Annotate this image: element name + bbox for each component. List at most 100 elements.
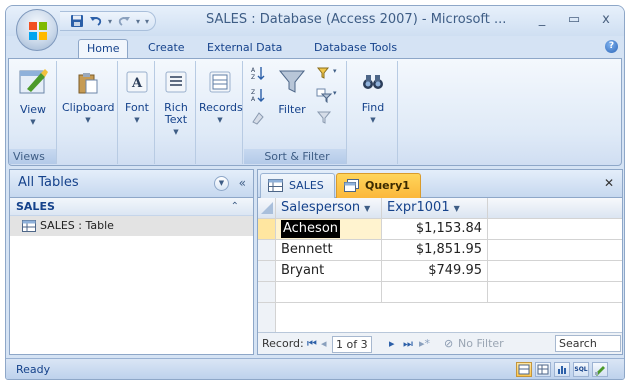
records-dropdown-icon: ▼ bbox=[217, 116, 223, 124]
svg-text:Z: Z bbox=[251, 74, 255, 81]
font-button[interactable]: A Font ▼ bbox=[121, 71, 153, 126]
table-cell[interactable]: Acheson bbox=[276, 219, 382, 240]
filter-status-label[interactable]: No Filter bbox=[458, 336, 504, 351]
search-input[interactable]: Search bbox=[555, 335, 621, 352]
selection-filter-icon[interactable] bbox=[316, 65, 332, 81]
nav-group-header[interactable]: SALES ⌃ bbox=[10, 198, 253, 216]
row-selector[interactable] bbox=[258, 282, 276, 303]
filter-icon bbox=[278, 70, 306, 93]
doc-tab-query1-label: Query1 bbox=[365, 179, 410, 192]
first-record-icon[interactable]: ⏮ bbox=[307, 336, 317, 351]
close-button[interactable]: x bbox=[594, 12, 618, 28]
save-icon[interactable] bbox=[70, 14, 84, 28]
design-view-glyph bbox=[595, 366, 605, 376]
tab-create[interactable]: Create bbox=[140, 39, 193, 58]
nav-pane-dropdown-icon[interactable]: ▼ bbox=[214, 176, 229, 191]
doc-tab-sales-label: SALES bbox=[289, 179, 324, 192]
font-group-label bbox=[119, 149, 154, 164]
doc-tab-sales[interactable]: SALES bbox=[260, 173, 335, 198]
filter-button[interactable]: Filter bbox=[272, 65, 312, 116]
datasheet-view-icon[interactable] bbox=[516, 362, 532, 377]
redo-icon[interactable] bbox=[117, 14, 131, 28]
window-title: SALES : Database (Access 2007) - Microso… bbox=[206, 12, 507, 27]
clear-sort-icon[interactable] bbox=[250, 109, 266, 125]
clipboard-button[interactable]: Clipboard ▼ bbox=[62, 71, 115, 126]
new-record-icon[interactable]: ▸* bbox=[419, 336, 430, 351]
tab-home[interactable]: Home bbox=[78, 39, 129, 58]
minimize-button[interactable]: _ bbox=[530, 12, 554, 28]
rich-text-button[interactable]: Rich Text ▼ bbox=[158, 71, 194, 138]
filter-label: Filter bbox=[278, 103, 306, 116]
pivottable-view-icon[interactable] bbox=[535, 362, 551, 377]
nav-pane-header[interactable]: All Tables ▼ « bbox=[10, 170, 253, 198]
sort-ascending-icon[interactable]: A Z bbox=[250, 65, 266, 81]
sort-descending-icon[interactable]: Z A bbox=[250, 87, 266, 103]
table-cell[interactable]: $1,851.95 bbox=[382, 240, 488, 261]
maximize-button[interactable]: ▭ bbox=[562, 12, 586, 28]
status-bar: Ready SQL bbox=[6, 358, 624, 379]
document-tabs: SALES Query1 ✕ bbox=[258, 170, 622, 198]
font-group: A Font ▼ bbox=[119, 61, 155, 164]
tab-external-data[interactable]: External Data bbox=[199, 39, 290, 58]
sql-view-icon[interactable]: SQL bbox=[573, 362, 589, 377]
next-record-icon[interactable]: ▸ bbox=[389, 336, 395, 351]
datasheet-grid: Salesperson ▼ Expr1001 ▼ Acheson $1,153.84… bbox=[258, 198, 622, 332]
rich-text-dropdown-icon: ▼ bbox=[173, 128, 179, 136]
table-cell-empty bbox=[488, 219, 622, 240]
customize-qat-icon[interactable]: ▾ bbox=[145, 17, 149, 26]
nav-group-label: SALES bbox=[16, 200, 55, 213]
nav-pane-collapse-icon[interactable]: « bbox=[239, 170, 246, 196]
column-header-salesperson[interactable]: Salesperson ▼ bbox=[276, 198, 382, 219]
table-cell[interactable]: $1,153.84 bbox=[382, 219, 488, 240]
table-cell[interactable]: $749.95 bbox=[382, 261, 488, 282]
undo-dropdown-icon[interactable]: ▾ bbox=[108, 17, 112, 26]
help-icon[interactable]: ? bbox=[605, 40, 618, 53]
find-button[interactable]: Find ▼ bbox=[354, 71, 392, 126]
column-dropdown-icon[interactable]: ▼ bbox=[364, 204, 370, 213]
new-record-cell[interactable] bbox=[382, 282, 488, 303]
pivotchart-view-icon[interactable] bbox=[554, 362, 570, 377]
clipboard-dropdown-icon: ▼ bbox=[85, 116, 91, 124]
view-button[interactable]: View ▼ bbox=[13, 65, 53, 128]
column-header-expr1001[interactable]: Expr1001 ▼ bbox=[382, 198, 488, 219]
tab-database-tools[interactable]: Database Tools bbox=[306, 39, 405, 58]
advanced-filter-icon[interactable] bbox=[316, 87, 332, 103]
nav-item-sales-table[interactable]: SALES : Table bbox=[10, 216, 253, 236]
nav-group-collapse-icon[interactable]: ⌃ bbox=[231, 198, 239, 215]
row-selector[interactable] bbox=[258, 219, 276, 240]
table-cell[interactable]: Bryant bbox=[276, 261, 382, 282]
no-filter-icon[interactable]: ⊘ bbox=[444, 336, 453, 351]
svg-text:A: A bbox=[131, 76, 143, 91]
access-window: ▾ ▾ ▾ SALES : Database (Access 2007) - M… bbox=[5, 5, 625, 380]
row-selector[interactable] bbox=[258, 261, 276, 282]
table-icon bbox=[268, 179, 283, 192]
table-cell[interactable]: Bennett bbox=[276, 240, 382, 261]
records-group: Records ▼ bbox=[197, 61, 243, 164]
advanced-dropdown-icon[interactable]: ▾ bbox=[333, 89, 337, 97]
svg-text:A: A bbox=[251, 96, 256, 103]
close-document-icon[interactable]: ✕ bbox=[604, 176, 614, 190]
last-record-icon[interactable]: ⏭ bbox=[403, 336, 413, 351]
records-icon bbox=[209, 71, 231, 93]
query-icon bbox=[344, 179, 359, 192]
document-area: SALES Query1 ✕ Salesperson ▼ Expr1001 ▼ … bbox=[257, 169, 623, 355]
ribbon: View ▼ Views Clipboard ▼ A Font ▼ Rich T… bbox=[8, 58, 622, 166]
toggle-filter-icon[interactable] bbox=[316, 109, 332, 125]
current-record-field[interactable]: 1 of 3 bbox=[332, 336, 372, 353]
doc-tab-query1[interactable]: Query1 bbox=[336, 173, 421, 198]
records-button[interactable]: Records ▼ bbox=[199, 71, 243, 126]
selection-dropdown-icon[interactable]: ▾ bbox=[333, 67, 337, 75]
row-selector[interactable] bbox=[258, 240, 276, 261]
previous-record-icon[interactable]: ◂ bbox=[321, 336, 327, 351]
navigation-pane: All Tables ▼ « SALES ⌃ SALES : Table bbox=[9, 169, 254, 355]
office-button[interactable] bbox=[16, 9, 58, 51]
find-group: Find ▼ bbox=[348, 61, 398, 164]
design-view-icon[interactable] bbox=[592, 362, 608, 377]
redo-dropdown-icon[interactable]: ▾ bbox=[136, 17, 140, 26]
column-dropdown-icon[interactable]: ▼ bbox=[454, 204, 460, 213]
new-record-cell[interactable] bbox=[276, 282, 382, 303]
select-all-cell[interactable] bbox=[258, 198, 276, 219]
undo-icon[interactable] bbox=[89, 14, 103, 28]
table-cell-empty bbox=[488, 282, 622, 303]
cell-salesperson-selected[interactable]: Acheson bbox=[281, 220, 341, 238]
